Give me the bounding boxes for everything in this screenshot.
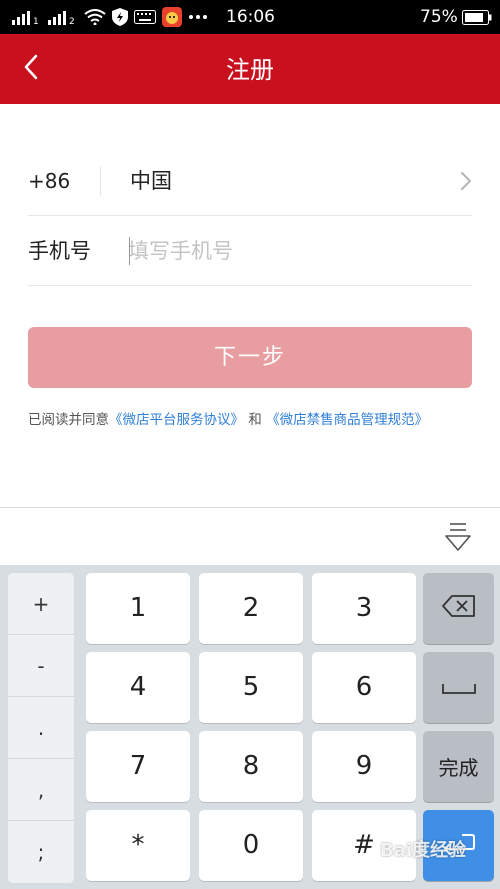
phone-row: 手机号 xyxy=(28,216,472,286)
symbol-key-period[interactable]: . xyxy=(8,697,74,759)
chevron-right-icon xyxy=(460,171,472,195)
key-6[interactable]: 6 xyxy=(312,652,416,723)
key-7[interactable]: 7 xyxy=(86,731,190,802)
key-8[interactable]: 8 xyxy=(199,731,303,802)
more-icon xyxy=(188,14,208,20)
country-name: 中国 xyxy=(130,169,172,193)
agreement-conjunction: 和 xyxy=(248,412,262,428)
agreement-prefix: 已阅读并同意 xyxy=(28,412,109,428)
text-caret xyxy=(129,237,130,265)
service-agreement-link[interactable]: 《微店平台服务协议》 xyxy=(109,412,244,428)
wifi-icon xyxy=(84,9,106,25)
signal-2-icon: 2 xyxy=(48,9,78,25)
symbol-key-comma[interactable]: , xyxy=(8,759,74,821)
country-selector[interactable]: +86 中国 xyxy=(28,146,472,216)
symbol-column: + - . , ; xyxy=(8,573,74,883)
shield-icon xyxy=(112,8,128,26)
key-9[interactable]: 9 xyxy=(312,731,416,802)
key-4[interactable]: 4 xyxy=(86,652,190,723)
symbol-key-semicolon[interactable]: ; xyxy=(8,821,74,883)
country-code: +86 xyxy=(28,169,71,193)
watermark: Bai度经验 xyxy=(380,840,467,861)
done-key[interactable]: 完成 xyxy=(423,731,494,802)
signal-icon: 1 xyxy=(12,9,42,25)
agreement-text: 已阅读并同意《微店平台服务协议》 和 《微店禁售商品管理规范》 xyxy=(28,410,488,430)
key-2[interactable]: 2 xyxy=(199,573,303,644)
space-key[interactable] xyxy=(423,652,494,723)
symbol-key-minus[interactable]: - xyxy=(8,635,74,697)
key-3[interactable]: 3 xyxy=(312,573,416,644)
page-title: 注册 xyxy=(226,56,274,84)
status-bar: 1 2 16:06 75% xyxy=(0,0,500,34)
app-notification-icon xyxy=(162,7,182,27)
space-icon xyxy=(441,676,476,700)
app-header: 注册 xyxy=(0,34,500,104)
key-asterisk[interactable]: * xyxy=(86,810,190,881)
symbol-key-plus[interactable]: + xyxy=(8,573,74,635)
svg-text:2: 2 xyxy=(69,17,75,25)
screen: 1 2 16:06 75% 注册 +86 中国 手机号 填写手机号 下一步 已阅… xyxy=(0,0,500,889)
key-1[interactable]: 1 xyxy=(86,573,190,644)
divider xyxy=(100,166,101,196)
phone-label: 手机号 xyxy=(28,239,91,263)
key-0[interactable]: 0 xyxy=(199,810,303,881)
clock: 16:06 xyxy=(226,7,275,27)
backspace-key[interactable] xyxy=(423,573,494,644)
hide-keyboard-icon[interactable] xyxy=(444,521,472,557)
status-icons: 1 2 xyxy=(12,7,208,27)
svg-text:1: 1 xyxy=(33,17,39,25)
next-button[interactable]: 下一步 xyxy=(28,327,472,388)
key-5[interactable]: 5 xyxy=(199,652,303,723)
prohibited-goods-link[interactable]: 《微店禁售商品管理规范》 xyxy=(266,412,428,428)
keyboard-icon xyxy=(134,10,156,24)
keyboard-toolbar xyxy=(0,507,500,565)
battery-icon xyxy=(462,10,492,25)
backspace-icon xyxy=(441,595,476,622)
battery-percent: 75% xyxy=(420,7,458,27)
phone-input[interactable] xyxy=(128,235,458,267)
